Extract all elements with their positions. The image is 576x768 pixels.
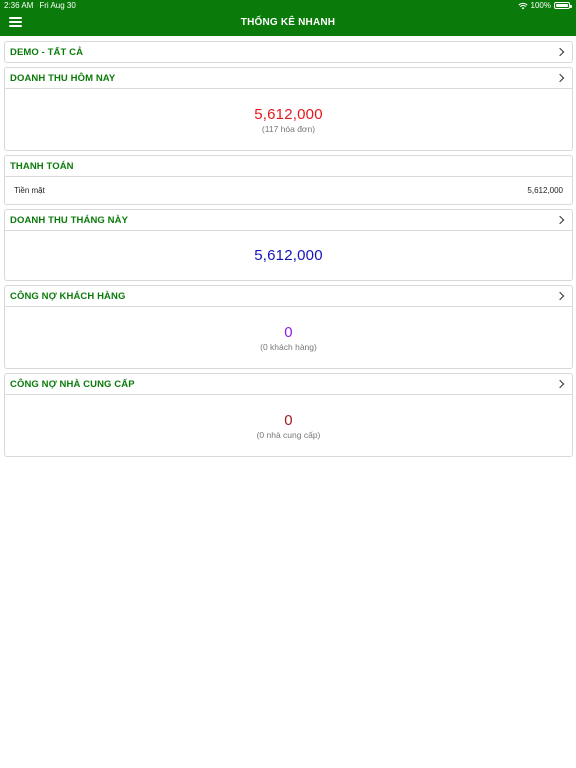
chevron-right-icon xyxy=(555,379,565,389)
top-bar: 2:36 AM Fri Aug 30 100% THỐNG KÊ NHANH xyxy=(0,0,576,36)
store-selector-card: DEMO - TẤT CẢ xyxy=(4,41,573,63)
status-date: Fri Aug 30 xyxy=(39,1,76,10)
revenue-month-card: DOANH THU THÁNG NÀY 5,612,000 xyxy=(4,209,573,281)
revenue-today-title: DOANH THU HÔM NAY xyxy=(10,72,116,84)
chevron-right-icon xyxy=(555,215,565,225)
battery-icon xyxy=(554,2,572,9)
revenue-today-body: 5,612,000 (117 hóa đơn) xyxy=(5,88,572,150)
revenue-month-header[interactable]: DOANH THU THÁNG NÀY xyxy=(5,210,572,230)
status-bar-left: 2:36 AM Fri Aug 30 xyxy=(4,1,76,10)
wifi-icon xyxy=(517,2,528,9)
revenue-month-value: 5,612,000 xyxy=(254,247,323,264)
status-bar-right: 100% xyxy=(517,1,572,10)
chevron-right-icon xyxy=(555,73,565,83)
revenue-today-card: DOANH THU HÔM NAY 5,612,000 (117 hóa đơn… xyxy=(4,67,573,151)
page-title: THỐNG KÊ NHANH xyxy=(240,17,336,28)
payment-method-label: Tiền mặt xyxy=(14,186,45,195)
store-selector-title: DEMO - TẤT CẢ xyxy=(10,46,84,58)
dashboard-content: DEMO - TẤT CẢ DOANH THU HÔM NAY 5,612,00… xyxy=(4,41,573,461)
customer-debt-count: (0 khách hàng) xyxy=(260,342,317,352)
status-time: 2:36 AM xyxy=(4,1,34,10)
supplier-debt-header[interactable]: CÔNG NỢ NHÀ CUNG CẤP xyxy=(5,374,572,394)
customer-debt-card: CÔNG NỢ KHÁCH HÀNG 0 (0 khách hàng) xyxy=(4,285,573,369)
revenue-today-invoice-count: (117 hóa đơn) xyxy=(261,124,316,134)
supplier-debt-title: CÔNG NỢ NHÀ CUNG CẤP xyxy=(10,378,135,390)
supplier-debt-value: 0 xyxy=(284,412,293,429)
payment-header: THANH TOÁN xyxy=(5,156,572,176)
customer-debt-header[interactable]: CÔNG NỢ KHÁCH HÀNG xyxy=(5,286,572,306)
store-selector-header[interactable]: DEMO - TẤT CẢ xyxy=(5,42,572,62)
supplier-debt-body: 0 (0 nhà cung cấp) xyxy=(5,394,572,456)
revenue-month-title: DOANH THU THÁNG NÀY xyxy=(10,214,129,226)
revenue-today-header[interactable]: DOANH THU HÔM NAY xyxy=(5,68,572,88)
customer-debt-body: 0 (0 khách hàng) xyxy=(5,306,572,368)
chevron-right-icon xyxy=(555,291,565,301)
chevron-right-icon xyxy=(555,47,565,57)
payment-row-cash: Tiền mặt 5,612,000 xyxy=(5,177,572,204)
payment-method-value: 5,612,000 xyxy=(527,186,563,195)
supplier-debt-card: CÔNG NỢ NHÀ CUNG CẤP 0 (0 nhà cung cấp) xyxy=(4,373,573,457)
supplier-debt-count: (0 nhà cung cấp) xyxy=(256,430,321,440)
payment-body: Tiền mặt 5,612,000 xyxy=(5,176,572,204)
customer-debt-value: 0 xyxy=(284,324,293,341)
battery-percent: 100% xyxy=(530,1,551,10)
revenue-month-body: 5,612,000 xyxy=(5,230,572,280)
customer-debt-title: CÔNG NỢ KHÁCH HÀNG xyxy=(10,290,126,302)
revenue-today-value: 5,612,000 xyxy=(254,106,323,123)
payment-card: THANH TOÁN Tiền mặt 5,612,000 xyxy=(4,155,573,205)
payment-title: THANH TOÁN xyxy=(10,160,74,172)
